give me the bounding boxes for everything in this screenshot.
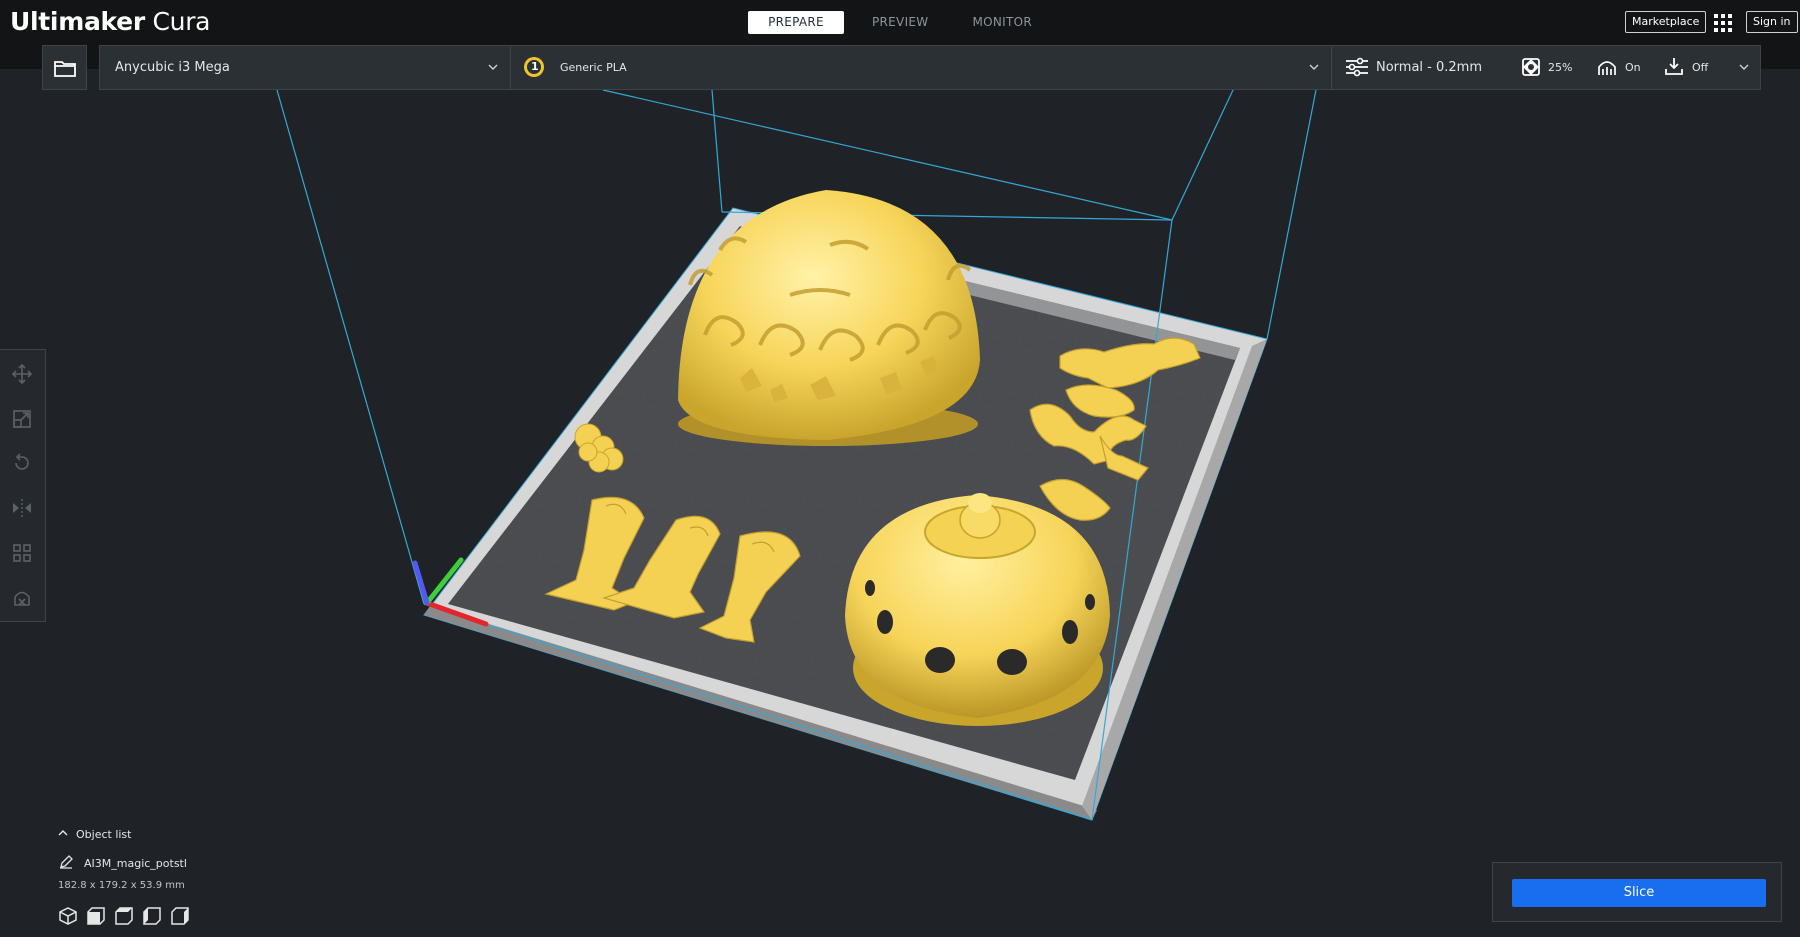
support-value[interactable]: On (1625, 61, 1641, 74)
pencil-icon[interactable] (59, 855, 73, 869)
tab-preview[interactable]: PREVIEW (850, 11, 950, 34)
adhesion-icon (1665, 58, 1683, 75)
object-list-toggle[interactable]: Object list (58, 828, 131, 841)
app-header: Ultimaker Cura PREPARE PREVIEW MONITOR M… (0, 0, 1800, 48)
adhesion-value[interactable]: Off (1692, 61, 1708, 74)
support-icon (1598, 61, 1616, 75)
sliders-icon (1346, 57, 1368, 77)
per-model-settings-icon[interactable] (12, 543, 32, 563)
toolbar-divider (510, 46, 511, 89)
tab-prepare[interactable]: PREPARE (748, 11, 844, 34)
profile-selector[interactable]: Normal - 0.2mm (1376, 60, 1482, 75)
view-front-icon[interactable] (86, 906, 106, 926)
extruder-number: 1 (531, 60, 539, 73)
support-blocker-icon[interactable] (12, 587, 32, 607)
app-logo: Ultimaker Cura (10, 7, 211, 36)
rotate-icon[interactable] (12, 453, 32, 473)
print-setup-toolbar (99, 45, 1761, 90)
print-settings-chevron-down-icon[interactable] (1739, 62, 1749, 72)
logo-light: Cura (144, 7, 211, 36)
material-selector[interactable]: Generic PLA (560, 61, 627, 74)
open-file-button[interactable] (42, 45, 87, 90)
tab-monitor[interactable]: MONITOR (950, 11, 1054, 34)
view-left-icon[interactable] (142, 906, 162, 926)
scale-icon[interactable] (12, 409, 32, 429)
marketplace-button[interactable]: Marketplace (1625, 11, 1707, 33)
chevron-down-icon[interactable] (488, 62, 498, 72)
object-name[interactable]: AI3M_magic_potstl (84, 857, 187, 870)
object-dimensions: 182.8 x 179.2 x 53.9 mm (58, 880, 185, 891)
folder-icon (54, 61, 76, 77)
material-chevron-down-icon[interactable] (1309, 62, 1319, 72)
tool-panel (0, 349, 46, 622)
mirror-icon[interactable] (12, 498, 32, 518)
toolbar-divider (1331, 46, 1332, 89)
move-icon[interactable] (12, 364, 32, 384)
infill-value[interactable]: 25% (1548, 61, 1572, 74)
infill-icon (1522, 58, 1540, 76)
view-3d-icon[interactable] (58, 906, 78, 926)
printer-selector[interactable]: Anycubic i3 Mega (115, 60, 230, 75)
sign-in-button[interactable]: Sign in (1746, 11, 1798, 33)
model-pot-lid[interactable] (845, 493, 1110, 726)
chevron-up-icon (58, 830, 68, 836)
view-right-icon[interactable] (170, 906, 190, 926)
build-plate-viewport[interactable] (0, 0, 1800, 937)
slice-button[interactable]: Slice (1512, 879, 1766, 907)
grid-apps-icon[interactable] (1714, 14, 1732, 32)
logo-bold: Ultimaker (10, 7, 145, 36)
view-top-icon[interactable] (114, 906, 134, 926)
stage-tabs: PREPARE PREVIEW MONITOR (748, 11, 1054, 34)
object-list-label: Object list (76, 828, 132, 841)
